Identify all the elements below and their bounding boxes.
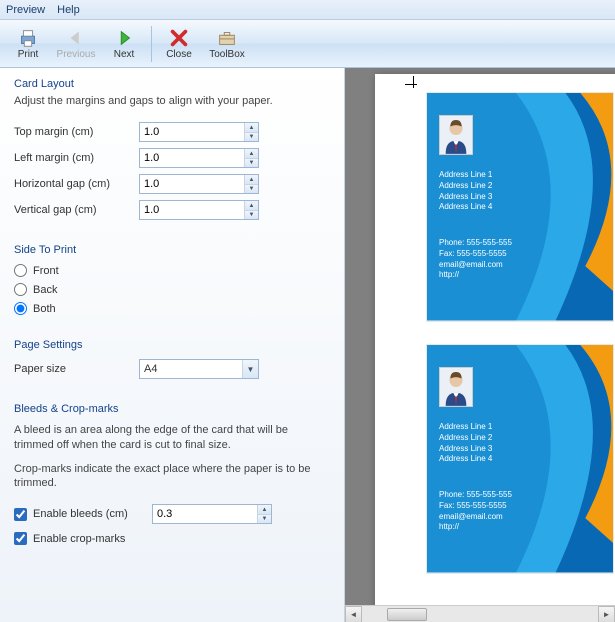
spin-up-icon[interactable]: ▲: [258, 505, 271, 515]
arrow-left-icon: [65, 27, 87, 49]
menu-bar: Preview Help: [0, 0, 615, 20]
print-button[interactable]: Print: [4, 23, 52, 65]
spin-up-icon[interactable]: ▲: [245, 149, 258, 159]
close-label: Close: [166, 49, 192, 60]
card-address-block: Address Line 1 Address Line 2 Address Li…: [439, 170, 492, 213]
card-preview: Address Line 1 Address Line 2 Address Li…: [426, 92, 614, 322]
left-margin-spinner[interactable]: ▲▼: [139, 148, 259, 168]
close-button[interactable]: Close: [155, 23, 203, 65]
toolbar-separator: [151, 26, 152, 62]
menu-preview[interactable]: Preview: [6, 4, 45, 16]
card-contact-block: Phone: 555-555-555 Fax: 555-555-5555 ema…: [439, 238, 512, 281]
vgap-spinner[interactable]: ▲▼: [139, 200, 259, 220]
bleeds-desc2: Crop-marks indicate the exact place wher…: [14, 462, 314, 491]
enable-bleeds-label: Enable bleeds (cm): [33, 508, 146, 520]
radio-back-label: Back: [33, 284, 57, 296]
hgap-input[interactable]: [140, 175, 244, 193]
bleed-spinner[interactable]: ▲▼: [152, 504, 272, 524]
left-margin-label: Left margin (cm): [14, 152, 139, 164]
radio-back[interactable]: [14, 283, 27, 296]
bleeds-desc1: A bleed is an area along the edge of the…: [14, 423, 314, 452]
left-margin-input[interactable]: [140, 149, 244, 167]
hgap-spinner[interactable]: ▲▼: [139, 174, 259, 194]
radio-both-label: Both: [33, 303, 56, 315]
scroll-right-icon[interactable]: ►: [598, 606, 615, 622]
spin-up-icon[interactable]: ▲: [245, 175, 258, 185]
avatar: [439, 367, 473, 407]
hgap-label: Horizontal gap (cm): [14, 178, 139, 190]
enable-cropmarks-checkbox[interactable]: [14, 532, 27, 545]
radio-front[interactable]: [14, 264, 27, 277]
spin-down-icon[interactable]: ▼: [258, 515, 271, 524]
side-title: Side To Print: [14, 244, 330, 256]
spin-up-icon[interactable]: ▲: [245, 123, 258, 133]
spin-down-icon[interactable]: ▼: [245, 133, 258, 142]
scroll-left-icon[interactable]: ◄: [345, 606, 362, 622]
settings-panel: Card Layout Adjust the margins and gaps …: [0, 68, 345, 622]
top-margin-spinner[interactable]: ▲▼: [139, 122, 259, 142]
next-button[interactable]: Next: [100, 23, 148, 65]
next-label: Next: [114, 49, 135, 60]
radio-both[interactable]: [14, 302, 27, 315]
previous-label: Previous: [57, 49, 96, 60]
print-label: Print: [18, 49, 39, 60]
paper-size-label: Paper size: [14, 363, 139, 375]
toolbox-icon: [216, 27, 238, 49]
spin-up-icon[interactable]: ▲: [245, 201, 258, 211]
card-address-block: Address Line 1 Address Line 2 Address Li…: [439, 422, 492, 465]
page-settings-title: Page Settings: [14, 339, 330, 351]
close-icon: [168, 27, 190, 49]
previous-button: Previous: [52, 23, 100, 65]
horizontal-scrollbar[interactable]: ◄ ►: [345, 605, 615, 622]
spin-down-icon[interactable]: ▼: [245, 159, 258, 168]
paper-size-value: A4: [140, 363, 242, 375]
toolbox-button[interactable]: ToolBox: [203, 23, 251, 65]
toolbox-label: ToolBox: [209, 49, 245, 60]
enable-bleeds-checkbox[interactable]: [14, 508, 27, 521]
printer-icon: [17, 27, 39, 49]
preview-page: Address Line 1 Address Line 2 Address Li…: [375, 74, 615, 622]
spin-down-icon[interactable]: ▼: [245, 211, 258, 220]
card-contact-block: Phone: 555-555-555 Fax: 555-555-5555 ema…: [439, 490, 512, 533]
top-margin-input[interactable]: [140, 123, 244, 141]
top-margin-label: Top margin (cm): [14, 126, 139, 138]
vgap-label: Vertical gap (cm): [14, 204, 139, 216]
scrollbar-track[interactable]: [362, 606, 598, 622]
card-preview: Address Line 1 Address Line 2 Address Li…: [426, 344, 614, 574]
vgap-input[interactable]: [140, 201, 244, 219]
bleeds-title: Bleeds & Crop-marks: [14, 403, 330, 415]
arrow-right-icon: [113, 27, 135, 49]
preview-area: Address Line 1 Address Line 2 Address Li…: [345, 68, 615, 622]
menu-help[interactable]: Help: [57, 4, 80, 16]
card-layout-title: Card Layout: [14, 78, 330, 90]
bleed-input[interactable]: [153, 505, 257, 523]
spin-down-icon[interactable]: ▼: [245, 185, 258, 194]
scrollbar-thumb[interactable]: [387, 608, 427, 621]
card-layout-desc: Adjust the margins and gaps to align wit…: [14, 94, 330, 108]
chevron-down-icon[interactable]: ▼: [242, 360, 258, 378]
radio-front-label: Front: [33, 265, 59, 277]
avatar: [439, 115, 473, 155]
enable-cropmarks-label: Enable crop-marks: [33, 533, 125, 545]
toolbar: Print Previous Next Close ToolBox: [0, 20, 615, 68]
paper-size-select[interactable]: A4 ▼: [139, 359, 259, 379]
